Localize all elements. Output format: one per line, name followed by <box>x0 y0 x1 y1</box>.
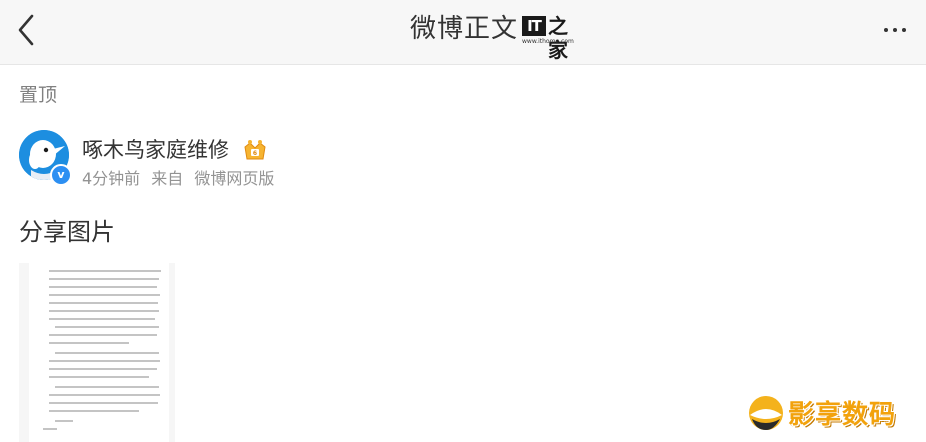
source-prefix: 来自 <box>151 169 184 188</box>
top-navbar: 微博正文 IT 之家 www.ithome.com <box>0 0 926 65</box>
watermark-text: 影享数码 <box>788 400 897 430</box>
post-meta: 4分钟前 来自 微博网页版 <box>82 168 280 190</box>
logo-mark: IT <box>522 16 546 36</box>
verified-badge: v <box>50 164 72 186</box>
author-name[interactable]: 啄木鸟家庭维修 <box>82 136 229 164</box>
post-text: 分享图片 <box>19 218 115 246</box>
page-title: 微博正文 <box>410 14 519 44</box>
post-source[interactable]: 微博网页版 <box>194 169 274 188</box>
svg-text:6: 6 <box>253 150 257 157</box>
planet-logo-icon <box>749 396 783 430</box>
chevron-left-icon <box>18 14 34 46</box>
post-image[interactable] <box>19 263 175 442</box>
watermark: 影享数码 <box>746 393 910 439</box>
ithome-logo: IT 之家 www.ithome.com <box>522 14 574 62</box>
post-time: 4分钟前 <box>82 169 141 188</box>
more-dots-icon <box>884 24 911 43</box>
back-button[interactable] <box>12 12 42 48</box>
logo-url: www.ithome.com <box>522 38 574 45</box>
pinned-label: 置顶 <box>19 84 58 106</box>
vip-crown-icon: 6 <box>242 137 268 163</box>
more-button[interactable] <box>884 24 912 36</box>
document-image-icon <box>29 263 169 442</box>
